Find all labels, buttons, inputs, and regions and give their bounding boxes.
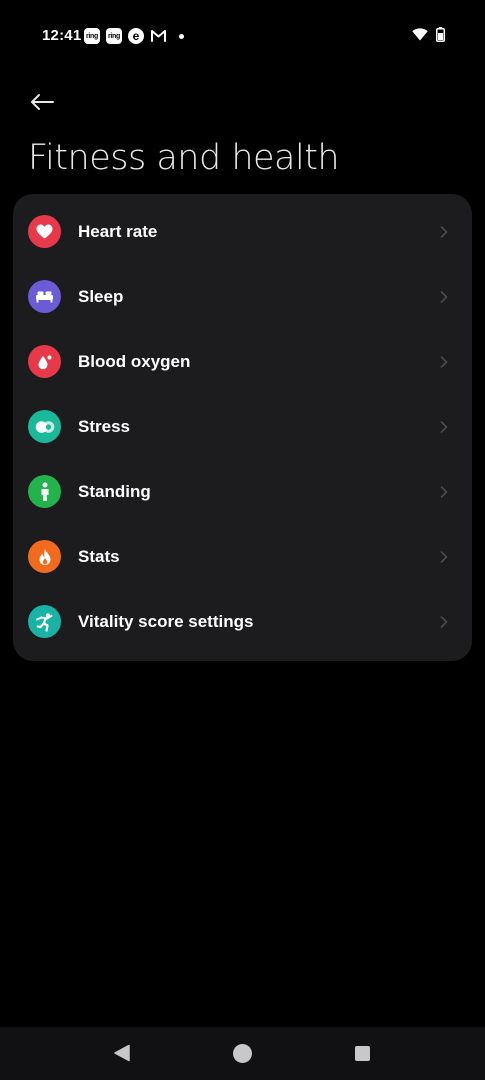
blood-drop-icon (28, 345, 61, 378)
ring-icon: ring (84, 28, 100, 44)
back-button[interactable] (26, 86, 58, 118)
list-item-label: Vitality score settings (78, 611, 254, 631)
chevron-right-icon (440, 225, 448, 238)
system-icons (412, 27, 445, 42)
list-item-blood-oxygen[interactable]: Blood oxygen (13, 329, 472, 394)
page-title: Fitness and health (28, 138, 340, 178)
e-app-icon: e (128, 28, 144, 44)
chevron-right-icon (440, 485, 448, 498)
status-time: 12:41 (42, 27, 82, 44)
list-item-heart-rate[interactable]: Heart rate (13, 199, 472, 264)
battery-icon (436, 27, 445, 42)
list-item-sleep[interactable]: Sleep (13, 264, 472, 329)
system-navigation-bar (0, 1027, 485, 1080)
standing-person-icon (28, 475, 61, 508)
list-item-label: Stress (78, 416, 130, 436)
nav-recents-button[interactable] (355, 1046, 370, 1061)
chevron-right-icon (440, 355, 448, 368)
list-item-label: Heart rate (78, 221, 158, 241)
bed-icon (28, 280, 61, 313)
list-item-stats[interactable]: Stats (13, 524, 472, 589)
chevron-right-icon (440, 550, 448, 563)
list-item-label: Blood oxygen (78, 351, 191, 371)
chevron-right-icon (440, 420, 448, 433)
notification-icons: ring ring e (84, 28, 184, 44)
wifi-icon (412, 28, 428, 41)
list-item-vitality-score-settings[interactable]: Vitality score settings (13, 589, 472, 654)
arrow-left-icon (31, 94, 54, 110)
heart-icon (28, 215, 61, 248)
vitality-icon (28, 605, 61, 638)
list-item-standing[interactable]: Standing (13, 459, 472, 524)
list-item-label: Standing (78, 481, 151, 501)
chevron-right-icon (440, 290, 448, 303)
flame-icon (28, 540, 61, 573)
list-item-stress[interactable]: Stress (13, 394, 472, 459)
nav-home-button[interactable] (233, 1044, 252, 1063)
list-item-label: Sleep (78, 286, 124, 306)
settings-list-card: Heart rate Sleep Blood oxygen Stress Sta… (13, 194, 472, 661)
nav-back-icon[interactable] (113, 1044, 131, 1062)
list-item-label: Stats (78, 546, 120, 566)
more-notifications-dot-icon (179, 33, 184, 39)
status-bar: 12:41 ring ring e (0, 0, 485, 72)
stress-icon (28, 410, 61, 443)
gmail-icon (151, 30, 166, 42)
ring-icon: ring (106, 28, 122, 44)
chevron-right-icon (440, 615, 448, 628)
